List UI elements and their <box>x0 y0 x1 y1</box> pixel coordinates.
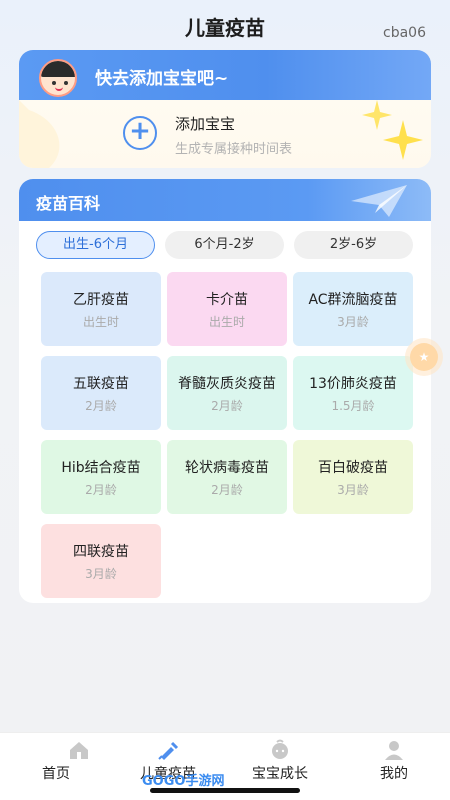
add-baby-subtitle: 生成专属接种时间表 <box>175 142 293 157</box>
tab-2years-6years[interactable]: 2岁-6岁 <box>294 231 413 259</box>
vaccine-tile[interactable]: 13价肺炎疫苗 1.5月龄 <box>293 356 413 430</box>
banner-text: 快去添加宝宝吧~ <box>95 69 229 89</box>
nav-item-mine[interactable]: 我的 <box>338 733 450 800</box>
add-baby-button[interactable]: + 添加宝宝 生成专属接种时间表 <box>19 100 431 168</box>
avatar <box>39 59 77 97</box>
vaccine-tile[interactable]: 五联疫苗 2月龄 <box>41 356 161 430</box>
vaccine-tile[interactable]: 轮状病毒疫苗 2月龄 <box>167 440 287 514</box>
watermark: GOGO手游网 <box>142 774 225 789</box>
vaccine-name: 五联疫苗 <box>73 376 129 392</box>
moon-decoration-icon <box>19 100 60 168</box>
add-icon[interactable]: + <box>123 116 157 150</box>
nav-label: 我的 <box>380 766 408 782</box>
star-icon <box>383 120 423 160</box>
paper-plane-icon <box>351 185 407 217</box>
vaccine-age: 3月龄 <box>337 483 369 497</box>
vaccine-tile[interactable]: AC群流脑疫苗 3月龄 <box>293 272 413 346</box>
vaccine-age: 3月龄 <box>337 315 369 329</box>
home-indicator <box>150 788 300 793</box>
vaccine-name: 轮状病毒疫苗 <box>185 460 269 476</box>
home-icon <box>69 742 88 759</box>
vaccine-name: 13价肺炎疫苗 <box>309 376 397 392</box>
vaccine-tile[interactable]: 脊髓灰质炎疫苗 2月龄 <box>167 356 287 430</box>
tab-birth-6months[interactable]: 出生-6个月 <box>36 231 155 259</box>
add-baby-title: 添加宝宝 <box>175 115 236 133</box>
user-id: cba06 <box>383 25 426 41</box>
vaccine-age: 3月龄 <box>85 567 117 581</box>
vaccine-name: 乙肝疫苗 <box>73 292 129 308</box>
header: 儿童疫苗 cba06 <box>0 0 450 50</box>
vaccine-age: 出生时 <box>82 315 119 329</box>
vaccine-tile[interactable]: Hib结合疫苗 2月龄 <box>41 440 161 514</box>
baby-icon <box>272 739 288 759</box>
vaccine-tile[interactable]: 乙肝疫苗 出生时 <box>41 272 161 346</box>
vaccine-name: 脊髓灰质炎疫苗 <box>178 376 276 392</box>
vaccine-name: AC群流脑疫苗 <box>308 292 398 308</box>
vaccine-name: 卡介苗 <box>206 292 248 308</box>
user-icon <box>385 741 403 760</box>
nav-label: 宝宝成长 <box>252 766 308 782</box>
vaccine-age: 2月龄 <box>211 399 243 413</box>
vaccine-age: 2月龄 <box>85 399 117 413</box>
vaccine-tile[interactable]: 卡介苗 出生时 <box>167 272 287 346</box>
add-baby-banner: 快去添加宝宝吧~ <box>19 50 431 100</box>
vaccine-age: 2月龄 <box>211 483 243 497</box>
vaccine-tile[interactable]: 四联疫苗 3月龄 <box>41 524 161 598</box>
vaccine-tile[interactable]: 百白破疫苗 3月龄 <box>293 440 413 514</box>
floating-star-button[interactable]: ★ <box>410 343 438 371</box>
age-tabs: 出生-6个月 6个月-2岁 2岁-6岁 <box>36 231 414 259</box>
nav-label: 首页 <box>42 766 70 782</box>
tab-6months-2years[interactable]: 6个月-2岁 <box>165 231 284 259</box>
vaccine-encyclopedia-card: 疫苗百科 出生-6个月 6个月-2岁 2岁-6岁 乙肝疫苗 出生时 卡介苗 出生… <box>19 179 431 603</box>
vaccine-age: 2月龄 <box>85 483 117 497</box>
add-baby-card: 快去添加宝宝吧~ + 添加宝宝 生成专属接种时间表 <box>19 50 431 168</box>
nav-item-home[interactable]: 首页 <box>0 733 112 800</box>
vaccine-name: 百白破疫苗 <box>318 460 388 476</box>
vaccine-age: 出生时 <box>208 315 245 329</box>
vaccine-age: 1.5月龄 <box>331 399 375 413</box>
encyclopedia-header: 疫苗百科 <box>19 179 431 221</box>
vaccine-name: 四联疫苗 <box>73 544 129 560</box>
syringe-icon <box>158 741 179 760</box>
vaccine-name: Hib结合疫苗 <box>61 460 141 476</box>
encyclopedia-title: 疫苗百科 <box>36 194 101 213</box>
